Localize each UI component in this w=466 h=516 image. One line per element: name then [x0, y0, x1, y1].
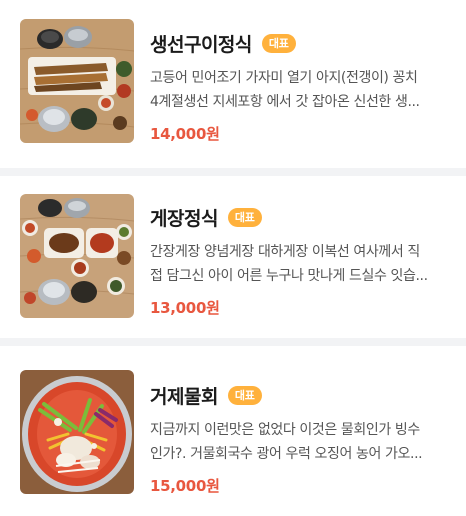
menu-title-row: 거제물회 대표	[150, 382, 450, 408]
signature-badge: 대표	[261, 33, 296, 53]
grilled-fish-set-photo[interactable]	[20, 19, 134, 143]
menu-description-line: 지금까지 이런맛은 없었다 이것은 물회인가 빙수	[150, 422, 420, 438]
menu-description-line: 인가?. 거물회국수 광어 우럭 오징어 농어 가오...	[150, 446, 423, 462]
menu-description: 고등어 민어조기 가자미 열기 아지(전갱이) 꽁치 4계절생선 지세포항 에서…	[150, 66, 450, 114]
menu-description: 지금까지 이런맛은 없었다 이것은 물회인가 빙수 인가?. 거물회국수 광어 …	[150, 418, 450, 466]
menu-price: 15,000원	[150, 477, 220, 495]
signature-badge: 대표	[227, 207, 262, 227]
menu-price: 13,000원	[150, 299, 220, 317]
menu-info: 거제물회 대표 지금까지 이런맛은 없었다 이것은 물회인가 빙수 인가?. 거…	[150, 382, 450, 496]
menu-info: 게장정식 대표 간장게장 양념게장 대하게장 이복선 여사께서 직 접 담그신 …	[150, 204, 450, 318]
crab-set-photo[interactable]	[20, 194, 134, 318]
menu-description-line: 간장게장 양념게장 대하게장 이복선 여사께서 직	[150, 244, 420, 260]
divider	[0, 168, 466, 176]
menu-name: 거제물회	[150, 385, 218, 408]
menu-title-row: 게장정식 대표	[150, 204, 450, 230]
menu-list: 생선구이정식 대표 고등어 민어조기 가자미 열기 아지(전갱이) 꽁치 4계절…	[0, 0, 466, 516]
menu-description: 간장게장 양념게장 대하게장 이복선 여사께서 직 접 담그신 아이 어른 누구…	[150, 240, 450, 288]
menu-title-row: 생선구이정식 대표	[150, 30, 450, 56]
menu-item[interactable]: 생선구이정식 대표 고등어 민어조기 가자미 열기 아지(전갱이) 꽁치 4계절…	[0, 0, 466, 168]
divider	[0, 338, 466, 346]
menu-description-line: 4계절생선 지세포항 에서 갓 잡아온 신선한 생...	[150, 94, 420, 110]
menu-name: 생선구이정식	[150, 33, 252, 56]
menu-description-line: 접 담그신 아이 어른 누구나 맛나게 드실수 잇습...	[150, 268, 428, 284]
menu-price: 14,000원	[150, 125, 220, 143]
menu-name: 게장정식	[150, 207, 218, 230]
signature-badge: 대표	[227, 385, 262, 405]
menu-info: 생선구이정식 대표 고등어 민어조기 가자미 열기 아지(전갱이) 꽁치 4계절…	[150, 30, 450, 144]
cold-raw-fish-soup-photo[interactable]	[20, 370, 134, 494]
menu-item[interactable]: 거제물회 대표 지금까지 이런맛은 없었다 이것은 물회인가 빙수 인가?. 거…	[0, 346, 466, 516]
menu-item[interactable]: 게장정식 대표 간장게장 양념게장 대하게장 이복선 여사께서 직 접 담그신 …	[0, 176, 466, 338]
menu-description-line: 고등어 민어조기 가자미 열기 아지(전갱이) 꽁치	[150, 70, 418, 86]
